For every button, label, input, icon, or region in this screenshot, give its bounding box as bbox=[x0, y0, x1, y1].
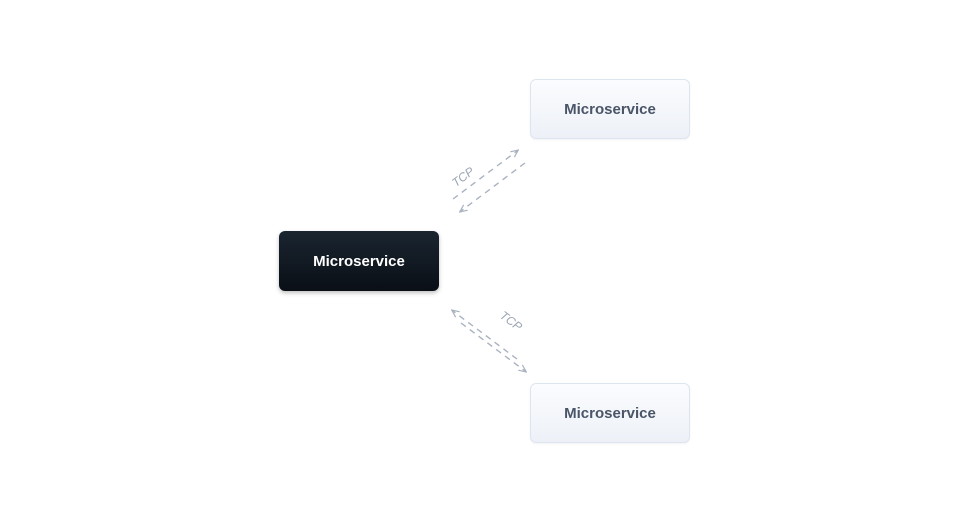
microservice-node-top: Microservice bbox=[530, 79, 690, 139]
tcp-label-bottom: TCP bbox=[497, 308, 525, 334]
tcp-label-top: TCP bbox=[449, 164, 477, 190]
microservice-node-top-label: Microservice bbox=[564, 101, 656, 118]
microservice-node-bottom-label: Microservice bbox=[564, 405, 656, 422]
microservice-node-main: Microservice bbox=[279, 231, 439, 291]
microservice-node-bottom: Microservice bbox=[530, 383, 690, 443]
microservice-node-main-label: Microservice bbox=[313, 253, 405, 270]
tcp-connector-bottom bbox=[439, 291, 539, 383]
